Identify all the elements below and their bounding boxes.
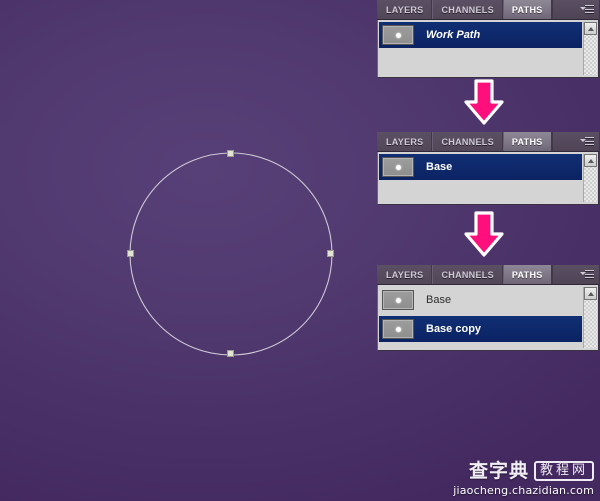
scroll-up-button[interactable] [584,154,597,167]
scroll-up-button[interactable] [584,22,597,35]
path-anchor-left[interactable] [127,250,134,257]
path-thumbnail [382,25,414,45]
panel-3-tab-bar: LAYERS CHANNELS PATHS [377,265,599,285]
panel-3-tab-channels[interactable]: CHANNELS [432,265,503,284]
panel-3-body: Base Base copy [377,285,599,351]
panel-1-scrollbar[interactable] [583,22,597,75]
path-row-work-path[interactable]: Work Path [379,22,582,48]
panel-1-tab-layers-label: LAYERS [386,4,424,15]
panel-menu-icon[interactable] [580,5,594,14]
circle-path-svg [129,152,333,356]
paths-panel-1: LAYERS CHANNELS PATHS Work Path [377,0,599,78]
panel-2-body: Base [377,152,599,205]
path-anchor-bottom[interactable] [227,350,234,357]
path-row-base[interactable]: Base [379,287,582,313]
down-arrow-2 [462,210,506,263]
panel-2-scrollbar[interactable] [583,154,597,202]
down-arrow-2-svg [464,211,504,257]
panel-menu-icon[interactable] [580,270,594,279]
panel-1-tab-layers[interactable]: LAYERS [378,0,433,19]
panel-2-tab-filler [551,132,599,151]
scroll-up-button[interactable] [584,287,597,300]
panel-2-path-list: Base [379,154,582,180]
panel-1-tab-channels-label: CHANNELS [441,4,494,15]
panel-3-scrollbar[interactable] [583,287,597,348]
panel-menu-icon[interactable] [580,137,594,146]
panel-3-tab-filler [551,265,599,284]
watermark: 查字典 教程网 jiaocheng.chazidian.com [453,461,594,497]
panel-3-tab-paths[interactable]: PATHS [502,265,552,284]
panel-1-tab-bar: LAYERS CHANNELS PATHS [377,0,599,20]
circle-path-shape [127,150,334,357]
path-row-label: Base copy [426,323,482,335]
photoshop-screenshot: LAYERS CHANNELS PATHS Work Path LAYERS C… [0,0,600,501]
panel-2-tab-channels[interactable]: CHANNELS [432,132,503,151]
panel-2-tab-channels-label: CHANNELS [441,136,494,147]
panel-2-tab-paths[interactable]: PATHS [502,132,552,151]
watermark-brand-text: 查字典 [468,459,529,482]
path-row-base-copy[interactable]: Base copy [379,316,582,342]
panel-3-tab-channels-label: CHANNELS [441,269,494,280]
panel-1-body: Work Path [377,20,599,78]
down-arrow-1 [462,78,506,131]
panel-3-tab-paths-label: PATHS [511,269,543,280]
path-anchor-top[interactable] [227,150,234,157]
down-arrow-1-path [464,79,504,125]
watermark-badge-text: 教程网 [533,461,594,481]
path-thumbnail [382,157,414,177]
panel-3-path-list: Base Base copy [379,287,582,342]
panel-1-tab-channels[interactable]: CHANNELS [432,0,503,19]
panel-2-tab-layers-label: LAYERS [386,136,424,147]
panel-3-tab-layers[interactable]: LAYERS [378,265,433,284]
panel-1-tab-filler [551,0,599,19]
path-row-label: Base [426,294,452,306]
path-row-label: Work Path [426,29,481,41]
down-arrow-2-path [464,211,504,257]
panel-3-tab-layers-label: LAYERS [386,269,424,280]
paths-panel-3: LAYERS CHANNELS PATHS Base Base copy [377,265,599,351]
watermark-brand-row: 查字典 教程网 [453,461,594,481]
panel-1-path-list: Work Path [379,22,582,48]
path-thumbnail [382,319,414,339]
panel-2-tab-layers[interactable]: LAYERS [378,132,433,151]
path-thumbnail [382,290,414,310]
panel-1-tab-paths[interactable]: PATHS [502,0,552,19]
path-row-base[interactable]: Base [379,154,582,180]
panel-2-tab-paths-label: PATHS [511,136,543,147]
down-arrow-1-svg [464,79,504,125]
path-row-label: Base [426,161,453,173]
panel-2-tab-bar: LAYERS CHANNELS PATHS [377,132,599,152]
paths-panel-2: LAYERS CHANNELS PATHS Base [377,132,599,205]
path-anchor-right[interactable] [327,250,334,257]
circle-path-outline [129,152,333,356]
watermark-url: jiaocheng.chazidian.com [453,484,594,497]
panel-1-tab-paths-label: PATHS [511,4,543,15]
